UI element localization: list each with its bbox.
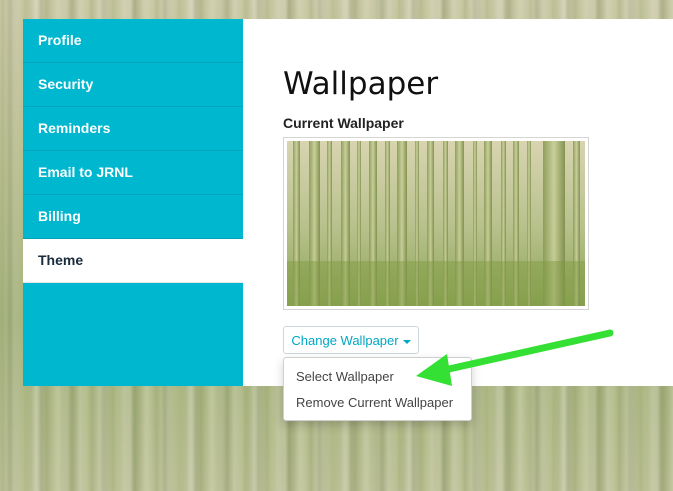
- sidebar-item-billing[interactable]: Billing: [23, 195, 243, 239]
- change-wallpaper-label: Change Wallpaper: [291, 333, 399, 348]
- sidebar-item-reminders[interactable]: Reminders: [23, 107, 243, 151]
- sidebar-item-profile[interactable]: Profile: [23, 19, 243, 63]
- sidebar-item-security[interactable]: Security: [23, 63, 243, 107]
- settings-sidebar: Profile Security Reminders Email to JRNL…: [23, 19, 243, 386]
- change-wallpaper-button[interactable]: Change Wallpaper: [283, 326, 419, 354]
- bamboo-image: [287, 141, 585, 306]
- page-title: Wallpaper: [283, 66, 439, 102]
- wallpaper-dropdown-menu: Select Wallpaper Remove Current Wallpape…: [283, 357, 472, 421]
- sidebar-item-email-to-jrnl[interactable]: Email to JRNL: [23, 151, 243, 195]
- sidebar-item-theme[interactable]: Theme: [23, 239, 243, 283]
- menu-item-select-wallpaper[interactable]: Select Wallpaper: [284, 364, 471, 390]
- wallpaper-thumbnail: [283, 137, 589, 310]
- current-wallpaper-label: Current Wallpaper: [283, 115, 404, 131]
- menu-item-remove-wallpaper[interactable]: Remove Current Wallpaper: [284, 390, 471, 416]
- caret-down-icon: [402, 339, 411, 344]
